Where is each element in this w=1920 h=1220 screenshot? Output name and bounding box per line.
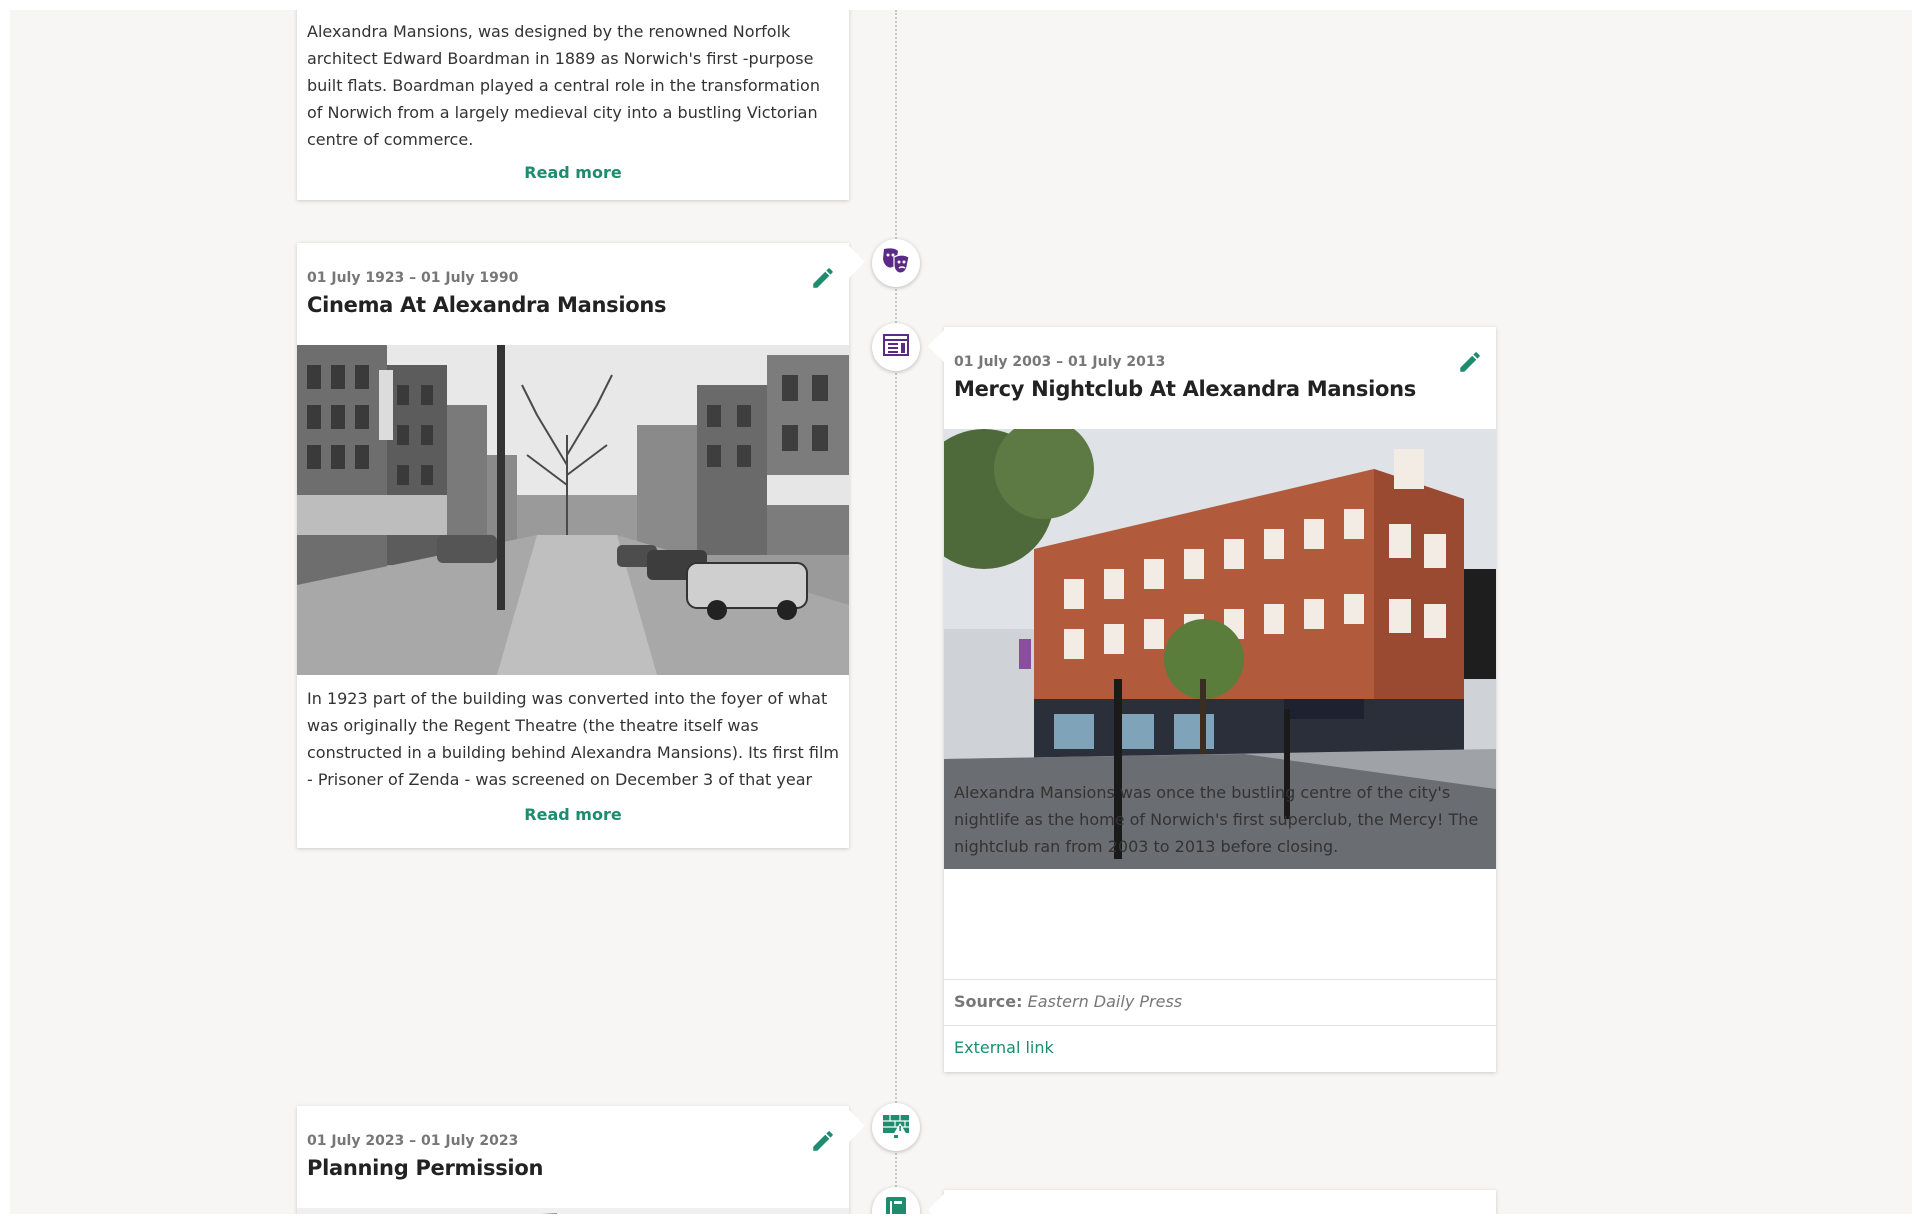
timeline-axis: [895, 10, 897, 1214]
card-description: Alexandra Mansions, was designed by the …: [307, 18, 839, 153]
edit-icon[interactable]: [810, 1128, 836, 1154]
timeline-marker-permit[interactable]: [872, 1103, 920, 1151]
card-description: Alexandra Mansions was once the bustling…: [954, 779, 1486, 860]
event-date: 01 July 2003 – 01 July 2013: [954, 354, 1166, 370]
timeline-card-alexandra-mansions: Alexandra Mansions, was designed by the …: [297, 10, 849, 200]
timeline-marker-theatre[interactable]: [872, 239, 920, 287]
event-date: 01 July 2023 – 01 July 2023: [307, 1133, 519, 1149]
description-line: of Norwich from a largely medieval city …: [307, 103, 818, 122]
card-pointer: [849, 246, 865, 278]
theatre-masks-icon: [880, 245, 912, 281]
description-line: - Prisoner of Zenda - was screened on De…: [307, 770, 813, 789]
description-line: In 1923 part of the building was convert…: [307, 689, 828, 708]
source-row: Source: Eastern Daily Press: [944, 979, 1496, 1026]
cinema-street-photo: [297, 345, 849, 675]
event-date: 01 July 1923 – 01 July 1990: [307, 270, 519, 286]
description-line: built flats. Boardman played a central r…: [307, 76, 820, 95]
event-title: Mercy Nightclub At Alexandra Mansions: [954, 377, 1417, 401]
edit-icon[interactable]: [810, 265, 836, 291]
event-title: Planning Permission: [307, 1156, 544, 1180]
book-icon: [880, 1193, 912, 1214]
description-line: nightlife as the home of Norwich's first…: [954, 810, 1479, 829]
external-link-row: External link: [944, 1025, 1496, 1072]
card-pointer: [928, 1194, 944, 1214]
timeline-marker-document[interactable]: [872, 323, 920, 371]
read-more-link[interactable]: Read more: [297, 163, 849, 182]
timeline-card-next: [944, 1190, 1496, 1214]
card-description: In 1923 part of the building was convert…: [307, 685, 839, 793]
external-link[interactable]: External link: [954, 1038, 1054, 1057]
description-line: centre of commerce.: [307, 130, 474, 149]
description-line: Alexandra Mansions, was designed by the …: [307, 22, 791, 41]
timeline-card-planning-permission: 01 July 2023 – 01 July 2023 Planning Per…: [297, 1106, 849, 1214]
building-permit-icon: [880, 1109, 912, 1145]
timeline-card-mercy-nightclub: 01 July 2003 – 01 July 2013 Mercy Nightc…: [944, 327, 1496, 1072]
description-line: Alexandra Mansions was once the bustling…: [954, 783, 1451, 802]
description-line: constructed in a building behind Alexand…: [307, 743, 839, 762]
description-line: architect Edward Boardman in 1889 as Nor…: [307, 49, 814, 68]
card-pointer: [849, 1110, 865, 1142]
edit-icon[interactable]: [1457, 349, 1483, 375]
timeline-marker-book[interactable]: [872, 1187, 920, 1214]
read-more-link[interactable]: Read more: [297, 805, 849, 824]
document-list-icon: [880, 329, 912, 365]
card-pointer: [928, 330, 944, 362]
source-label: Source:: [954, 992, 1023, 1011]
source-text: Source: Eastern Daily Press: [954, 992, 1182, 1011]
timeline-page: Alexandra Mansions, was designed by the …: [10, 10, 1912, 1214]
description-line: nightclub ran from 2003 to 2013 before c…: [954, 837, 1339, 856]
description-line: was originally the Regent Theatre (the t…: [307, 716, 759, 735]
timeline-card-cinema: 01 July 1923 – 01 July 1990 Cinema At Al…: [297, 243, 849, 848]
planning-drawing-photo: [297, 1208, 849, 1214]
source-value: Eastern Daily Press: [1027, 992, 1183, 1011]
event-title: Cinema At Alexandra Mansions: [307, 293, 667, 317]
